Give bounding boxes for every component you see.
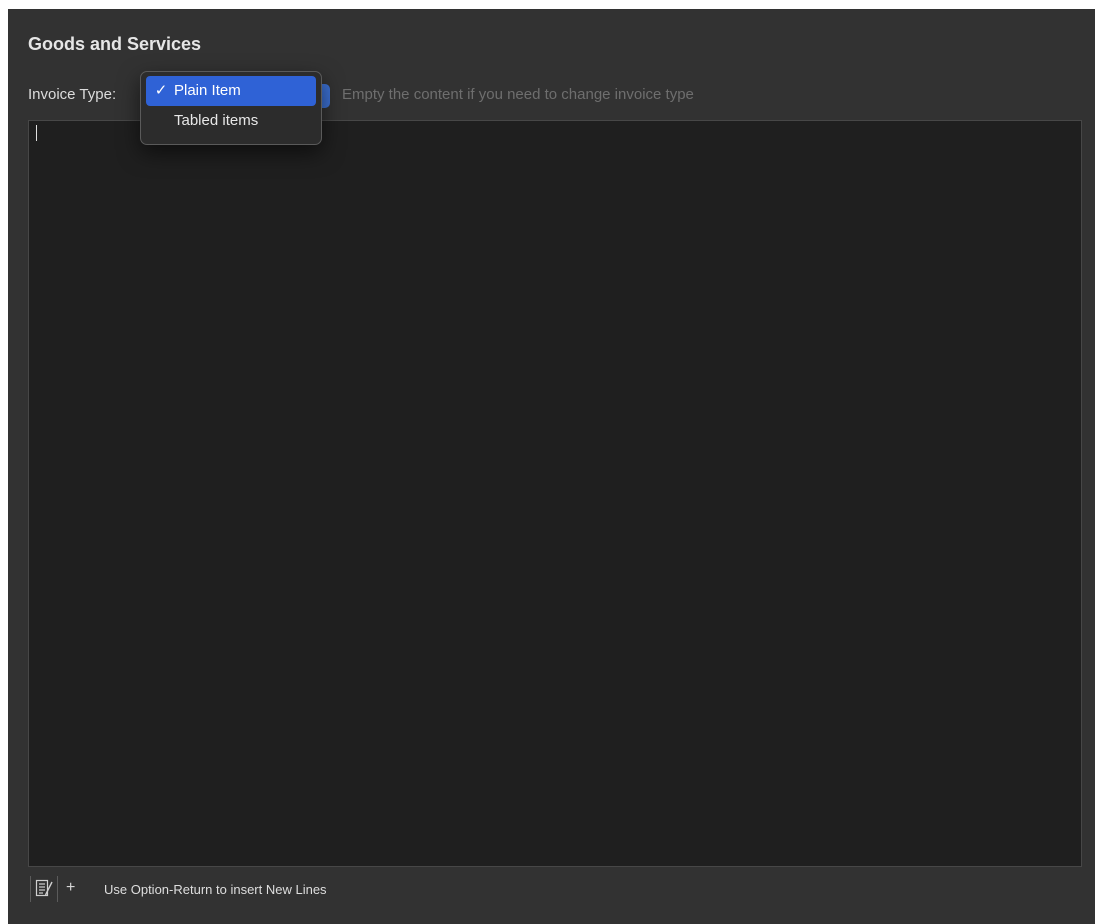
menu-item-label: Plain Item — [174, 82, 241, 99]
text-caret — [36, 125, 37, 141]
menu-item-tabled-items[interactable]: Tabled items — [146, 106, 316, 136]
checkmark-icon: ✓ — [154, 82, 168, 99]
edit-list-button[interactable] — [30, 876, 58, 902]
menu-item-label: Tabled items — [174, 112, 259, 129]
invoice-type-dropdown-menu: ✓ Plain Item Tabled items — [140, 71, 322, 145]
menu-item-plain-item[interactable]: ✓ Plain Item — [146, 76, 316, 106]
items-text-editor[interactable] — [28, 120, 1082, 867]
newline-hint: Use Option-Return to insert New Lines — [104, 882, 327, 897]
section-title: Goods and Services — [28, 34, 202, 54]
editor-footer: + Use Option-Return to insert New Lines — [28, 873, 1082, 903]
invoice-type-hint: Empty the content if you need to change … — [342, 86, 694, 103]
goods-services-panel: Goods and Services Invoice Type: Empty t… — [8, 9, 1095, 924]
invoice-type-label: Invoice Type: — [28, 86, 117, 103]
edit-list-icon — [35, 879, 53, 897]
add-plus-button[interactable]: + — [66, 879, 75, 897]
